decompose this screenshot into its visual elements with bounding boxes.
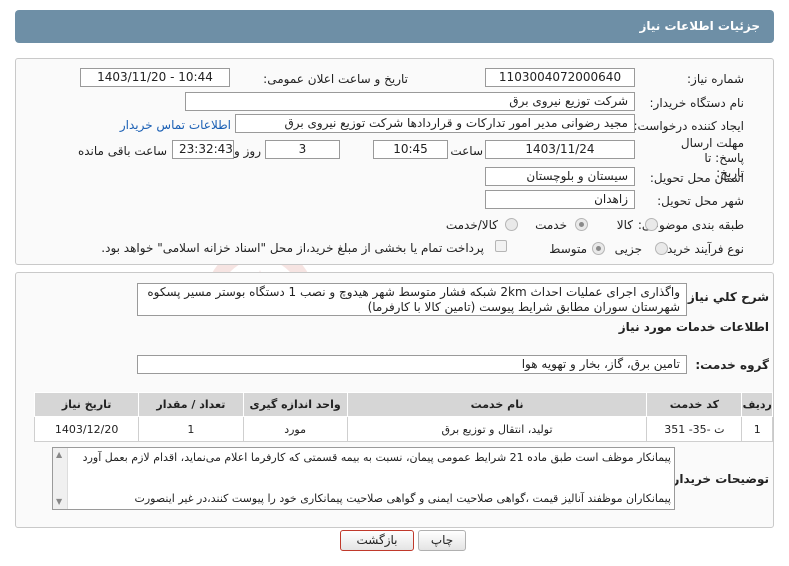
cell-quantity: 1 bbox=[138, 416, 244, 442]
table-row: 1 ت -35- 351 تولید، انتقال و توزیع برق م… bbox=[33, 416, 773, 442]
city-label: شهر محل تحویل: bbox=[657, 194, 744, 208]
category-radio-goods-service[interactable] bbox=[505, 218, 518, 231]
category-service-label: خدمت bbox=[535, 218, 567, 232]
remaining-label: ساعت باقی مانده bbox=[77, 144, 167, 158]
buyer-note-1: پیمانکار موظف است طبق ماده 21 شرایط عموم… bbox=[82, 451, 671, 464]
requester-field: مجید رضوانی مدیر امور تدارکات و قرارداده… bbox=[235, 114, 635, 133]
category-radio-service[interactable] bbox=[575, 218, 588, 231]
day-and-label: روز و bbox=[234, 144, 261, 158]
deadline-time-field: 10:45 bbox=[373, 140, 448, 159]
remaining-time-field: 23:32:43 bbox=[172, 140, 234, 159]
general-description-box: واگذاری اجرای عملیات احداث 2km شبکه فشار… bbox=[137, 283, 687, 316]
cell-unit: مورد bbox=[242, 416, 348, 442]
buyer-notes-scrollbar[interactable]: ▲ ▼ bbox=[53, 448, 68, 509]
services-table: ردیف کد خدمت نام خدمت واحد اندازه گیری ت… bbox=[33, 392, 773, 442]
services-info-heading: اطلاعات خدمات مورد نیاز bbox=[618, 320, 769, 334]
contact-buyer-link[interactable]: اطلاعات تماس خریدار bbox=[120, 118, 231, 132]
cell-row-number: 1 bbox=[741, 416, 773, 442]
requester-label: ایجاد کننده درخواست: bbox=[633, 119, 744, 133]
need-number-field: 1103004072000640 bbox=[485, 68, 635, 87]
cell-need-date: 1403/12/20 bbox=[33, 416, 140, 442]
treasury-payment-note: پرداخت تمام یا بخشی از مبلغ خرید،از محل … bbox=[101, 241, 484, 255]
province-label: استان محل تحویل: bbox=[649, 171, 744, 185]
service-group-label: گروه خدمت: bbox=[695, 358, 769, 372]
cell-service-name: تولید، انتقال و توزیع برق bbox=[346, 416, 648, 442]
category-goods-label: کالا bbox=[616, 218, 633, 232]
announce-datetime-field: 1403/11/20 - 10:44 bbox=[80, 68, 230, 87]
category-radio-goods[interactable] bbox=[645, 218, 658, 231]
service-group-field: تامین برق، گاز، بخار و تهویه هوا bbox=[137, 355, 687, 374]
info-panel bbox=[15, 58, 774, 265]
table-header-row: ردیف کد خدمت نام خدمت واحد اندازه گیری ت… bbox=[33, 392, 773, 417]
category-goods-service-label: کالا/خدمت bbox=[445, 218, 498, 232]
col-header-service-name: نام خدمت bbox=[346, 392, 648, 417]
page-header: جزئیات اطلاعات نیاز bbox=[15, 10, 774, 43]
announce-datetime-label: تاریخ و ساعت اعلان عمومی: bbox=[263, 72, 408, 86]
page-title: جزئیات اطلاعات نیاز bbox=[639, 19, 760, 33]
province-field: سیستان و بلوچستان bbox=[485, 167, 635, 186]
col-header-quantity: تعداد / مقدار bbox=[138, 392, 244, 417]
buyer-org-label: نام دستگاه خریدار: bbox=[649, 96, 745, 110]
col-header-row-number: ردیف bbox=[741, 392, 773, 417]
cell-service-code: ت -35- 351 bbox=[646, 416, 743, 442]
deadline-date-field: 1403/11/24 bbox=[485, 140, 635, 159]
general-description-label: شرح کلي نیاز: bbox=[683, 290, 769, 304]
col-header-service-code: کد خدمت bbox=[646, 392, 743, 417]
col-header-need-date: تاریخ نیاز bbox=[33, 392, 140, 417]
treasury-payment-checkbox[interactable] bbox=[495, 240, 507, 252]
buyer-org-field: شرکت توزیع نیروی برق bbox=[185, 92, 635, 111]
purchase-radio-medium[interactable] bbox=[592, 242, 605, 255]
city-field: زاهدان bbox=[485, 190, 635, 209]
print-button[interactable]: چاپ bbox=[418, 530, 466, 551]
days-field: 3 bbox=[265, 140, 340, 159]
purchase-minor-label: جزیی bbox=[614, 242, 642, 256]
purchase-radio-minor[interactable] bbox=[655, 242, 668, 255]
buyer-notes-box[interactable]: ▲ ▼ پیمانکار موظف است طبق ماده 21 شرایط … bbox=[52, 447, 675, 510]
back-button[interactable]: بازگشت bbox=[340, 530, 414, 551]
scroll-down-icon[interactable]: ▼ bbox=[56, 497, 62, 506]
col-header-unit: واحد اندازه گیری bbox=[242, 392, 348, 417]
purchase-medium-label: متوسط bbox=[549, 242, 587, 256]
purchase-type-label: نوع فرآیند خرید : bbox=[659, 242, 744, 256]
buyer-notes-label: توضیحات خریدار: bbox=[667, 472, 769, 486]
scroll-up-icon[interactable]: ▲ bbox=[56, 450, 62, 459]
buyer-note-2: پیمانکاران موظفند آنالیز قیمت ،گواهی صلا… bbox=[134, 492, 671, 505]
deadline-time-label: ساعت bbox=[450, 144, 483, 158]
need-number-label: شماره نیاز: bbox=[687, 72, 744, 86]
